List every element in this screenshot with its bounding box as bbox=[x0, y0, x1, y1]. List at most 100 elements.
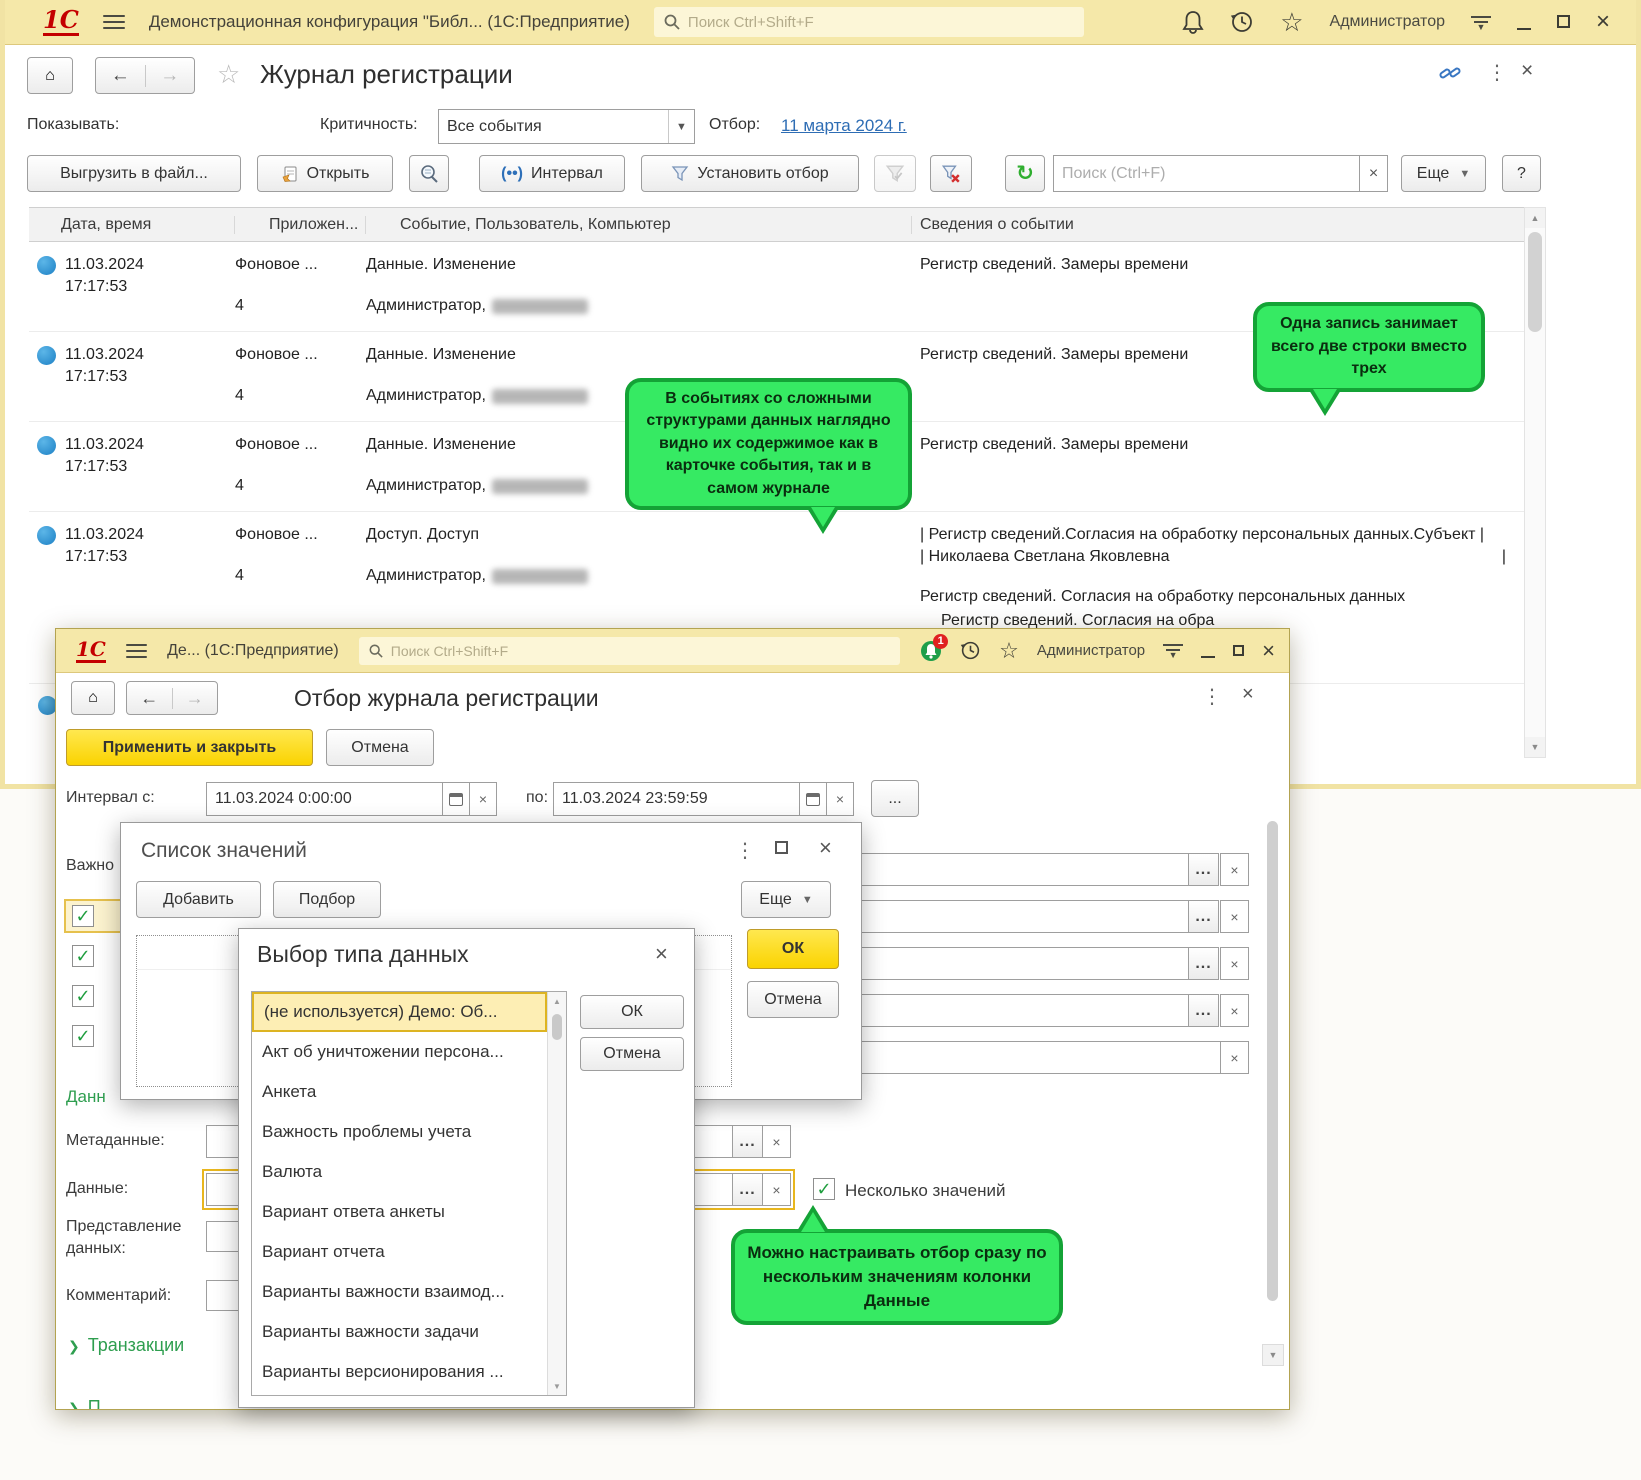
form-close-icon[interactable]: × bbox=[1242, 683, 1254, 706]
functions-menu-icon[interactable]: ▼ bbox=[1471, 16, 1491, 29]
type-option[interactable]: Вариант отчета bbox=[252, 1232, 547, 1272]
close-button[interactable]: × bbox=[1596, 10, 1610, 34]
set-filter-button[interactable]: Установить отбор bbox=[641, 155, 859, 192]
cancel-button[interactable]: Отмена bbox=[326, 729, 434, 766]
type-option[interactable]: Акт об уничтожении персона... bbox=[252, 1032, 547, 1072]
favorite-star-icon[interactable]: ☆ bbox=[217, 59, 240, 90]
main-menu-icon[interactable] bbox=[126, 644, 147, 658]
scroll-thumb[interactable] bbox=[1267, 821, 1278, 1301]
journal-scrollbar[interactable]: ▲ ▼ bbox=[1524, 207, 1546, 758]
metadata-clear-icon[interactable]: × bbox=[762, 1125, 791, 1158]
favorites-icon[interactable]: ☆ bbox=[1280, 7, 1303, 38]
back-button[interactable]: ← bbox=[96, 65, 146, 87]
minimize-button[interactable] bbox=[1517, 13, 1531, 32]
calendar-icon[interactable] bbox=[799, 782, 827, 816]
metadata-pick-icon[interactable]: ... bbox=[732, 1125, 763, 1158]
chevron-down-icon[interactable]: ▼ bbox=[668, 110, 694, 143]
scroll-thumb[interactable] bbox=[552, 1014, 562, 1040]
form-close-icon[interactable]: × bbox=[1521, 59, 1533, 83]
type-option[interactable]: Вариант ответа анкеты bbox=[252, 1192, 547, 1232]
journal-search-input[interactable]: Поиск (Ctrl+F) bbox=[1053, 155, 1361, 192]
open-event-button[interactable]: Открыть bbox=[257, 155, 393, 192]
interval-more-button[interactable]: ... bbox=[871, 780, 919, 817]
functions-menu-icon[interactable]: ▼ bbox=[1163, 644, 1183, 657]
filter-date-link[interactable]: 11 марта 2024 г. bbox=[781, 116, 907, 136]
clear-filter-button[interactable] bbox=[930, 155, 972, 192]
scroll-up-icon[interactable]: ▲ bbox=[548, 992, 566, 1010]
multiple-values-checkbox[interactable]: ✓ bbox=[813, 1178, 835, 1200]
notifications-icon[interactable] bbox=[1182, 10, 1204, 34]
search-clear-icon[interactable]: × bbox=[1359, 155, 1388, 192]
global-search-input[interactable]: Поиск Ctrl+Shift+F bbox=[359, 637, 900, 665]
interval-button[interactable]: (••) Интервал bbox=[479, 155, 625, 192]
history-icon[interactable] bbox=[960, 640, 981, 661]
home-button[interactable]: ⌂ bbox=[27, 57, 73, 94]
global-search-input[interactable]: Поиск Ctrl+Shift+F bbox=[654, 7, 1084, 37]
type-option[interactable]: Важность проблемы учета bbox=[252, 1112, 547, 1152]
scroll-thumb[interactable] bbox=[1528, 232, 1542, 332]
interval-from-input[interactable]: 11.03.2024 0:00:00 bbox=[206, 782, 443, 816]
scroll-down-icon[interactable]: ▼ bbox=[1525, 737, 1545, 757]
current-user[interactable]: Администратор bbox=[1330, 13, 1445, 31]
form-menu-icon[interactable]: ⋮ bbox=[1487, 63, 1507, 83]
cancel-button[interactable]: Отмена bbox=[747, 981, 839, 1018]
interval-to-input[interactable]: 11.03.2024 23:59:59 bbox=[553, 782, 800, 816]
col-details[interactable]: Сведения о событии bbox=[912, 216, 1524, 234]
form-menu-icon[interactable]: ⋮ bbox=[1202, 687, 1222, 707]
export-file-button[interactable]: Выгрузить в файл... bbox=[27, 155, 241, 192]
type-list[interactable]: (не используется) Демо: Об...Акт об унич… bbox=[251, 991, 567, 1396]
get-link-icon[interactable] bbox=[1439, 62, 1461, 84]
transactions-toggle[interactable]: ❯Транзакции bbox=[68, 1335, 184, 1356]
type-option[interactable]: Валюта bbox=[252, 1152, 547, 1192]
clear-icon[interactable]: × bbox=[1220, 1041, 1249, 1074]
home-button[interactable]: ⌂ bbox=[71, 681, 115, 715]
more-button[interactable]: Еще▼ bbox=[1401, 155, 1486, 192]
importance-checkbox[interactable]: ✓ bbox=[72, 985, 94, 1007]
clear-icon[interactable]: × bbox=[469, 782, 497, 816]
pick-icon[interactable]: ... bbox=[1188, 900, 1219, 933]
forward-button[interactable]: → bbox=[146, 65, 195, 87]
type-list-scrollbar[interactable]: ▲ ▼ bbox=[547, 992, 566, 1395]
apply-close-button[interactable]: Применить и закрыть bbox=[66, 729, 313, 766]
type-option[interactable]: Варианты важности задачи bbox=[252, 1312, 547, 1352]
criticality-select[interactable]: Все события ▼ bbox=[438, 109, 695, 144]
dialog-menu-icon[interactable]: ⋮ bbox=[735, 841, 755, 861]
cancel-button[interactable]: Отмена bbox=[580, 1037, 684, 1071]
pick-button[interactable]: Подбор bbox=[273, 881, 381, 918]
ok-button[interactable]: ОК bbox=[747, 929, 839, 969]
view-event-button[interactable] bbox=[409, 155, 449, 192]
clear-icon[interactable]: × bbox=[1220, 994, 1249, 1027]
favorites-icon[interactable]: ☆ bbox=[999, 638, 1019, 664]
forward-button[interactable]: → bbox=[173, 688, 218, 709]
help-button[interactable]: ? bbox=[1502, 155, 1541, 192]
pick-icon[interactable]: ... bbox=[1188, 947, 1219, 980]
close-button[interactable]: × bbox=[1262, 640, 1275, 662]
dialog-close-icon[interactable]: × bbox=[819, 835, 832, 861]
type-option[interactable]: (не используется) Демо: Об... bbox=[252, 992, 547, 1032]
scroll-up-icon[interactable]: ▲ bbox=[1525, 208, 1545, 228]
calendar-icon[interactable] bbox=[442, 782, 470, 816]
dialog-maximize-icon[interactable] bbox=[775, 841, 788, 859]
col-app[interactable]: Приложен... bbox=[235, 216, 366, 234]
scroll-down-icon[interactable]: ▼ bbox=[548, 1377, 566, 1395]
back-button[interactable]: ← bbox=[127, 688, 173, 709]
table-header[interactable]: Дата, время Приложен... Событие, Пользов… bbox=[29, 207, 1524, 242]
current-user[interactable]: Администратор bbox=[1037, 642, 1145, 659]
type-option[interactable]: Варианты версионирования ... bbox=[252, 1352, 547, 1392]
importance-checkbox[interactable]: ✓ bbox=[72, 1025, 94, 1047]
maximize-button[interactable] bbox=[1233, 641, 1244, 660]
minimize-button[interactable] bbox=[1201, 641, 1215, 660]
type-option[interactable]: Анкета bbox=[252, 1072, 547, 1112]
refresh-button[interactable]: ↻ bbox=[1005, 155, 1045, 192]
clear-icon[interactable]: × bbox=[1220, 853, 1249, 886]
col-date[interactable]: Дата, время bbox=[29, 216, 235, 234]
importance-checkbox[interactable]: ✓ bbox=[72, 945, 94, 967]
data-clear-icon[interactable]: × bbox=[762, 1173, 791, 1206]
main-menu-icon[interactable] bbox=[103, 15, 125, 29]
notifications-icon[interactable]: 1 bbox=[920, 640, 942, 662]
data-pick-icon[interactable]: ... bbox=[732, 1173, 763, 1206]
history-icon[interactable] bbox=[1230, 10, 1254, 34]
clipped-section-toggle[interactable]: ❯П bbox=[68, 1397, 101, 1410]
clear-icon[interactable]: × bbox=[1220, 900, 1249, 933]
importance-checkbox[interactable]: ✓ bbox=[72, 905, 94, 927]
